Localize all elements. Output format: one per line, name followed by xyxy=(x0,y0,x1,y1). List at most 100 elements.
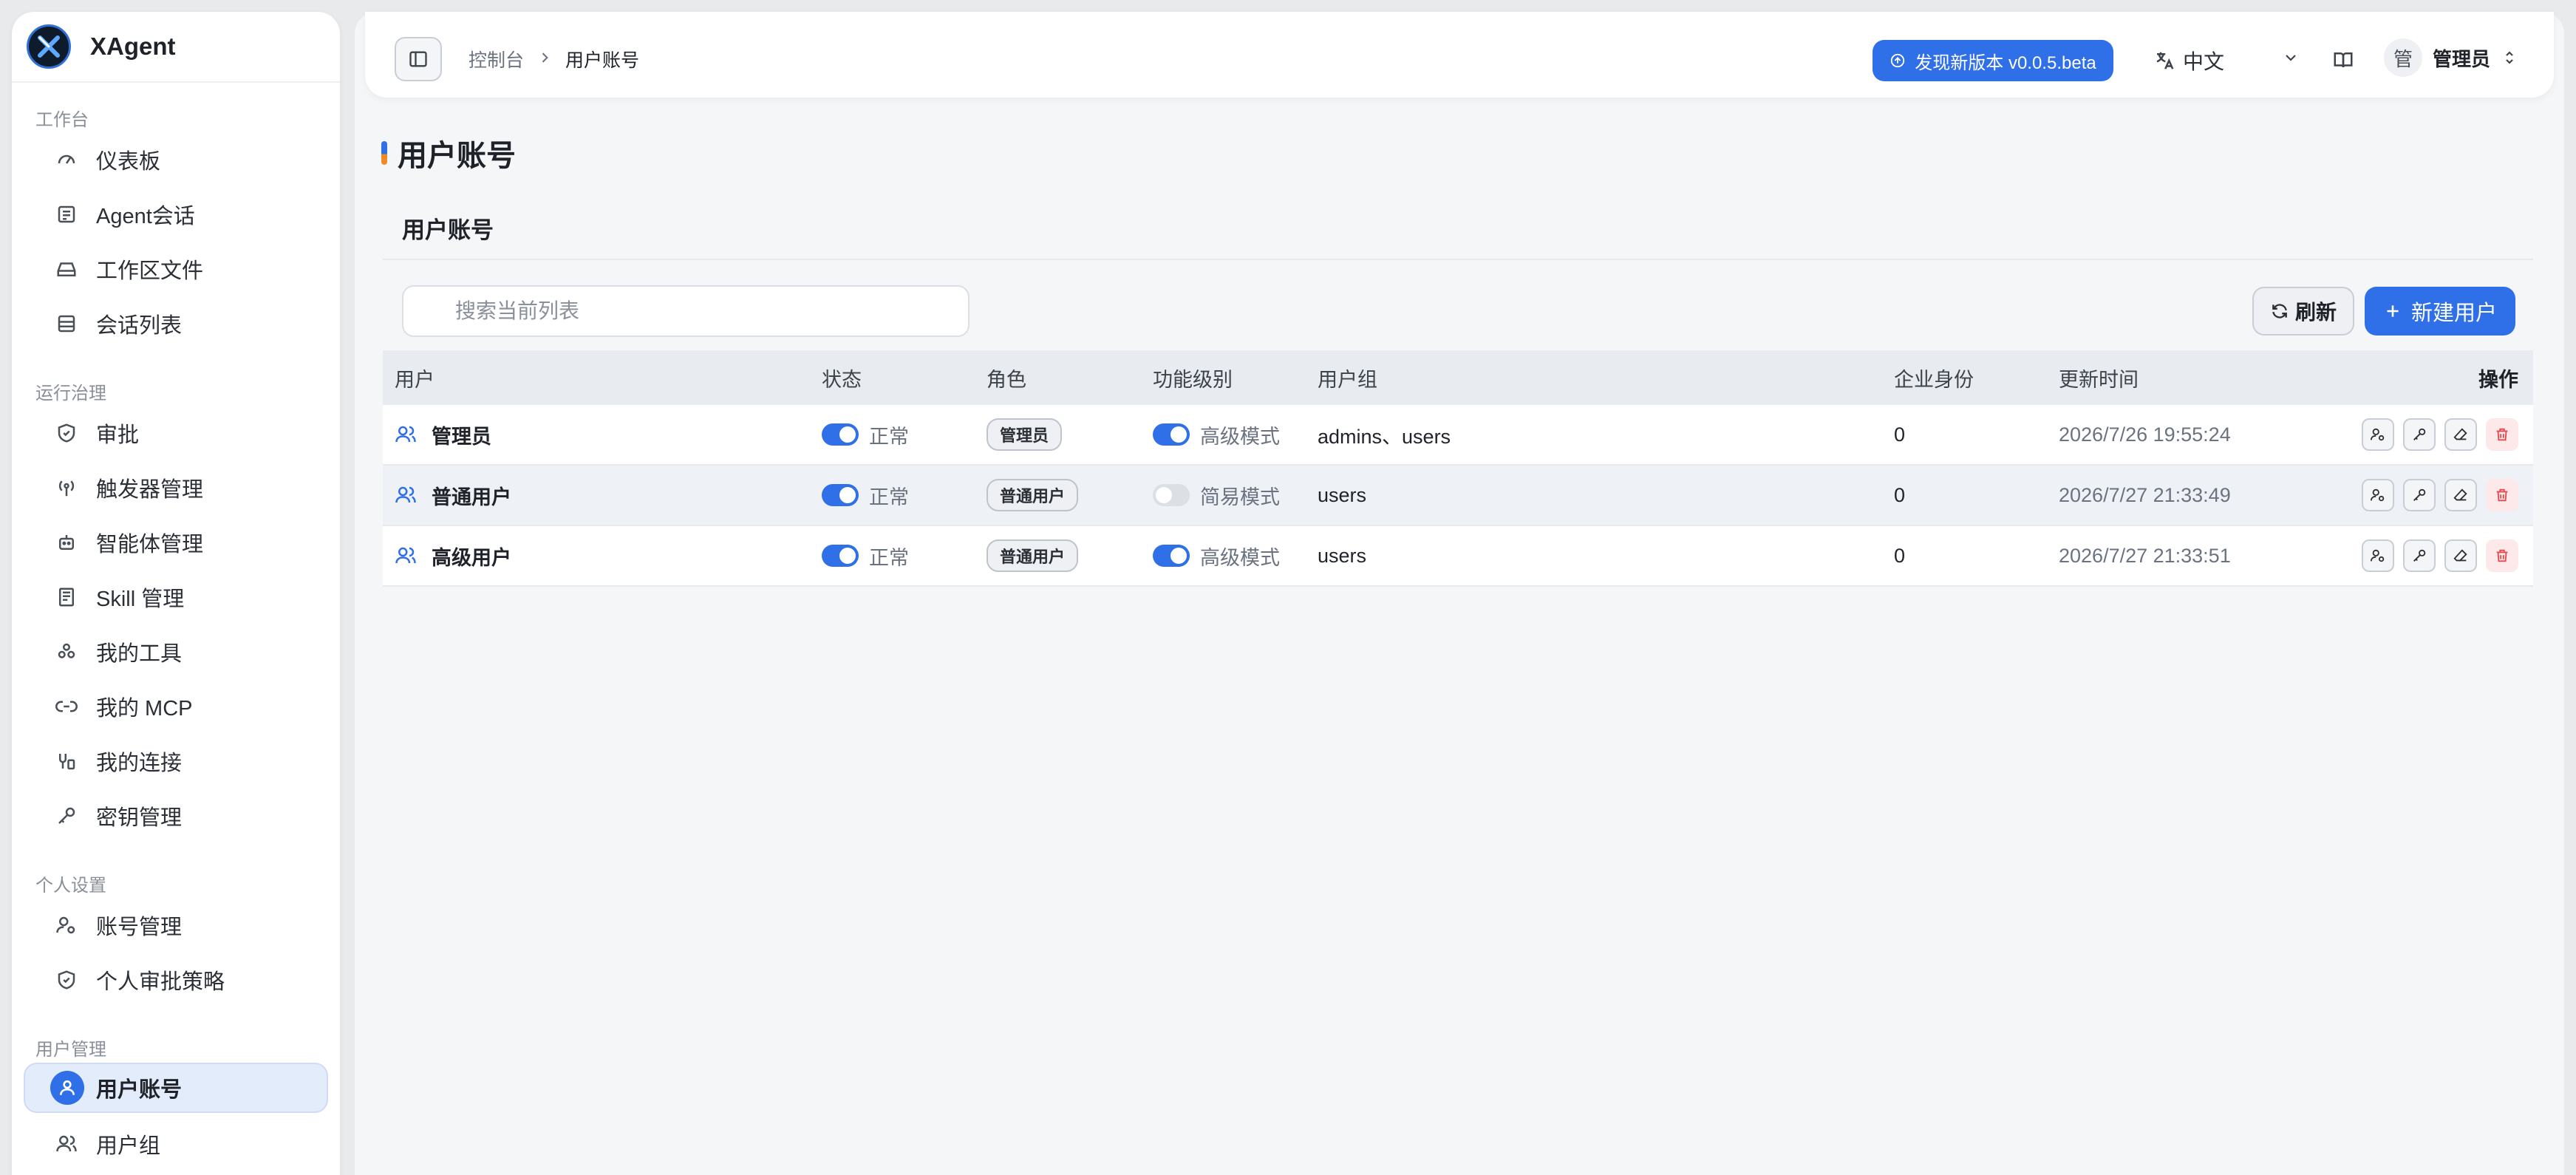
section-title-workbench: 工作台 xyxy=(35,110,89,130)
card-title: 用户账号 xyxy=(402,217,494,243)
level-toggle[interactable] xyxy=(1153,423,1190,446)
reset-key-button[interactable] xyxy=(2403,418,2436,451)
enterprise-cell: 0 xyxy=(1894,423,1906,446)
sidebar-item-session-list[interactable]: 会话列表 xyxy=(24,299,328,349)
sidebar-item-label: 智能体管理 xyxy=(96,533,204,556)
search-input[interactable] xyxy=(455,299,943,323)
sidebar-item-workspace-files[interactable]: 工作区文件 xyxy=(24,244,328,294)
status-cell: 正常 xyxy=(822,481,909,510)
status-toggle[interactable] xyxy=(822,545,859,567)
sidebar-item-user-groups[interactable]: 用户组 xyxy=(24,1119,328,1169)
chevron-down-icon[interactable] xyxy=(2282,49,2300,70)
sidebar-item-skills[interactable]: Skill 管理 xyxy=(24,572,328,622)
chevron-right-icon xyxy=(537,49,552,70)
key-icon xyxy=(2413,428,2426,440)
sidebar-item-keys[interactable]: 密钥管理 xyxy=(24,791,328,841)
connection-icon xyxy=(53,748,80,774)
sidebar-item-dashboard[interactable]: 仪表板 xyxy=(24,134,328,185)
translate-icon xyxy=(2156,52,2174,69)
sidebar-item-label: 我的工具 xyxy=(96,642,183,666)
sidebar-panel-icon xyxy=(409,51,427,67)
book-icon xyxy=(53,584,80,610)
sidebar-item-label: 用户组 xyxy=(96,1134,161,1158)
role-badge: 普通用户 xyxy=(987,479,1079,511)
eraser-icon xyxy=(2453,488,2467,501)
users-icon xyxy=(395,426,416,443)
divider xyxy=(383,259,2533,260)
reset-key-button[interactable] xyxy=(2403,539,2436,572)
plus-icon xyxy=(2387,305,2399,317)
edit-user-button[interactable] xyxy=(2362,479,2394,511)
level-toggle[interactable] xyxy=(1153,484,1190,506)
table-row: 高级用户 正常 普通用户 高级模式 users 0 2026/7/27 21:3… xyxy=(383,526,2533,587)
user-name: 管理员 xyxy=(2433,47,2491,70)
user-gear-icon xyxy=(53,912,80,939)
sidebar-item-my-connections[interactable]: 我的连接 xyxy=(24,736,328,786)
sidebar-item-approval-policy[interactable]: 个人审批策略 xyxy=(24,955,328,1005)
user-name[interactable]: 普通用户 xyxy=(432,481,511,510)
new-user-button[interactable]: 新建用户 xyxy=(2365,287,2515,336)
user-name[interactable]: 管理员 xyxy=(432,420,491,449)
sidebar-item-user-accounts[interactable]: 用户账号 xyxy=(24,1063,328,1113)
clear-button[interactable] xyxy=(2444,418,2477,451)
updated-cell: 2026/7/27 21:33:49 xyxy=(2059,483,2231,506)
list-icon xyxy=(53,310,80,337)
reset-key-button[interactable] xyxy=(2403,479,2436,511)
xagent-logo-icon xyxy=(27,24,71,69)
sidebar-item-my-tools[interactable]: 我的工具 xyxy=(24,627,328,677)
sidebar-item-account[interactable]: 账号管理 xyxy=(24,900,328,950)
brand-name: XAgent xyxy=(90,33,176,60)
sidebar-item-label: 审批 xyxy=(96,423,140,447)
language-selector[interactable]: 中文 xyxy=(2153,46,2224,75)
delete-user-button[interactable] xyxy=(2486,479,2518,511)
sidebar-item-label: 触发器管理 xyxy=(96,478,204,502)
level-toggle[interactable] xyxy=(1153,545,1190,567)
table-header: 用户 状态 角色 功能级别 用户组 企业身份 更新时间 操作 xyxy=(383,350,2533,405)
docs-book-icon[interactable] xyxy=(2332,49,2354,75)
status-text: 正常 xyxy=(869,425,909,448)
actions-cell xyxy=(2353,479,2518,511)
header-status: 状态 xyxy=(822,368,862,391)
brand[interactable]: XAgent xyxy=(12,12,340,83)
delete-user-button[interactable] xyxy=(2486,539,2518,572)
role-cell: 管理员 xyxy=(987,418,1063,451)
page-title: 用户账号 xyxy=(398,140,516,172)
enterprise-cell: 0 xyxy=(1894,483,1906,506)
eraser-icon xyxy=(2453,428,2467,440)
trash-icon xyxy=(2496,428,2508,441)
status-text: 正常 xyxy=(869,546,909,569)
sidebar-item-agent-chat[interactable]: Agent会话 xyxy=(24,189,328,239)
actions-cell xyxy=(2353,418,2518,451)
sidebar-toggle-button[interactable] xyxy=(395,37,442,81)
sidebar-item-label: 会话列表 xyxy=(96,314,183,338)
new-user-label: 新建用户 xyxy=(2410,302,2497,325)
update-available-button[interactable]: 发现新版本 v0.0.5.beta xyxy=(1873,40,2113,81)
user-menu[interactable]: 管 管理员 xyxy=(2384,38,2518,77)
key-icon xyxy=(53,803,80,829)
sidebar-item-approval[interactable]: 审批 xyxy=(24,408,328,458)
level-text: 高级模式 xyxy=(1200,546,1280,569)
edit-user-button[interactable] xyxy=(2362,418,2394,451)
sidebar-item-my-mcp[interactable]: 我的 MCP xyxy=(24,681,328,732)
group-cell: admins、users xyxy=(1318,425,1451,448)
edit-user-button[interactable] xyxy=(2362,539,2394,572)
sidebar-item-agents[interactable]: 智能体管理 xyxy=(24,517,328,568)
header-role: 角色 xyxy=(987,368,1026,391)
delete-user-button[interactable] xyxy=(2486,418,2518,451)
sidebar-item-triggers[interactable]: 触发器管理 xyxy=(24,463,328,513)
updated-cell: 2026/7/27 21:33:51 xyxy=(2059,544,2231,567)
dashboard-icon xyxy=(53,146,80,173)
user-name[interactable]: 高级用户 xyxy=(432,542,511,571)
clear-button[interactable] xyxy=(2444,539,2477,572)
update-label: 发现新版本 v0.0.5.beta xyxy=(1915,52,2096,73)
refresh-button[interactable]: 刷新 xyxy=(2252,287,2354,336)
status-toggle[interactable] xyxy=(822,423,859,446)
sidebar-item-label: 个人审批策略 xyxy=(96,970,225,994)
breadcrumb-console[interactable]: 控制台 xyxy=(468,46,524,72)
eraser-icon xyxy=(2453,549,2467,562)
shield-icon xyxy=(53,420,80,446)
status-toggle[interactable] xyxy=(822,484,859,506)
clear-button[interactable] xyxy=(2444,479,2477,511)
sidebar-item-label: 仪表板 xyxy=(96,150,161,174)
sidebar-item-label: 工作区文件 xyxy=(96,259,204,283)
